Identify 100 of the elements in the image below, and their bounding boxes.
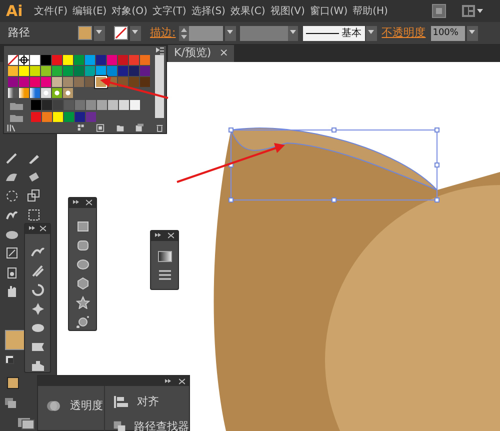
stroke-icon[interactable] xyxy=(158,270,172,280)
color-swatch[interactable] xyxy=(85,77,95,87)
color-swatch[interactable] xyxy=(75,112,85,122)
color-swatch[interactable] xyxy=(31,112,41,122)
dropdown-button[interactable] xyxy=(130,26,141,40)
menu-item[interactable]: 视图(V) xyxy=(268,4,307,18)
dropdown-button[interactable] xyxy=(288,26,298,40)
pathfinder-icon[interactable] xyxy=(113,418,126,431)
delete-icon[interactable] xyxy=(154,123,163,133)
tool-icon[interactable] xyxy=(4,245,20,261)
opacity-field[interactable]: 100% xyxy=(430,26,465,40)
close-icon[interactable] xyxy=(40,224,46,232)
options-icon[interactable] xyxy=(96,123,104,133)
color-swatch[interactable] xyxy=(119,100,129,110)
gradient-swatch[interactable] xyxy=(19,88,29,98)
panel-menu-icon[interactable] xyxy=(156,47,164,55)
color-swatch[interactable] xyxy=(19,66,29,76)
spinner-icon[interactable] xyxy=(178,26,189,40)
close-icon[interactable] xyxy=(86,198,92,206)
color-mode-icon[interactable] xyxy=(7,377,19,389)
close-icon[interactable] xyxy=(179,377,185,385)
panel-tab[interactable]: 透明度 xyxy=(70,398,103,414)
tool-icon[interactable] xyxy=(30,358,46,372)
tool-icon[interactable] xyxy=(30,282,46,296)
color-swatch[interactable] xyxy=(52,55,62,65)
color-swatch[interactable] xyxy=(31,100,41,110)
ellipse-icon[interactable] xyxy=(76,258,90,271)
pattern-swatch[interactable] xyxy=(41,88,51,98)
color-swatch[interactable] xyxy=(85,66,95,76)
menu-item[interactable]: 文字(T) xyxy=(150,4,188,18)
menu-item[interactable]: 效果(C) xyxy=(228,4,268,18)
dropdown-button[interactable] xyxy=(366,26,377,40)
color-swatch[interactable] xyxy=(41,55,51,65)
swap-icon[interactable] xyxy=(5,355,14,364)
expand-icon[interactable] xyxy=(155,231,161,239)
new-swatch-icon[interactable] xyxy=(135,123,144,133)
color-swatch[interactable] xyxy=(63,55,73,65)
color-swatch[interactable] xyxy=(64,112,74,122)
no-stroke-icon[interactable] xyxy=(114,26,128,40)
color-swatch[interactable] xyxy=(129,66,139,76)
color-swatch[interactable] xyxy=(130,100,140,110)
color-swatch[interactable] xyxy=(41,66,51,76)
color-swatch[interactable] xyxy=(86,112,96,122)
color-swatch[interactable] xyxy=(42,100,52,110)
color-swatch[interactable] xyxy=(53,112,63,122)
color-swatch[interactable] xyxy=(41,77,51,87)
new-group-icon[interactable] xyxy=(116,123,124,133)
expand-icon[interactable] xyxy=(29,224,35,232)
close-icon[interactable] xyxy=(168,231,174,239)
rectangle-icon[interactable] xyxy=(76,220,90,233)
align-icon[interactable] xyxy=(113,394,129,410)
pattern-swatch[interactable] xyxy=(52,88,62,98)
star-icon[interactable] xyxy=(76,296,90,309)
polygon-icon[interactable] xyxy=(76,277,90,290)
color-swatch[interactable] xyxy=(8,66,18,76)
document-tab[interactable]: K/预览) xyxy=(174,45,212,62)
stroke-link[interactable]: 描边: xyxy=(150,24,176,42)
gradient-swatch[interactable] xyxy=(8,88,18,98)
fill-swatch[interactable] xyxy=(5,330,25,350)
dropdown-button[interactable] xyxy=(94,26,105,40)
color-swatch[interactable] xyxy=(42,112,52,122)
expand-icon[interactable] xyxy=(73,198,79,206)
rounded-rectangle-icon[interactable] xyxy=(76,239,90,252)
collapse-icon[interactable] xyxy=(165,377,171,385)
library-icon[interactable] xyxy=(7,123,16,133)
stroke-weight-field[interactable] xyxy=(188,26,223,40)
color-swatch[interactable] xyxy=(140,66,150,76)
gradient-swatch[interactable] xyxy=(30,88,40,98)
color-swatch[interactable] xyxy=(8,77,18,87)
draw-mode-icon[interactable] xyxy=(4,397,18,409)
color-swatch[interactable] xyxy=(118,55,128,65)
screen-mode-icon[interactable] xyxy=(17,417,35,430)
workspace-icon[interactable] xyxy=(462,4,484,18)
color-swatch[interactable] xyxy=(97,100,107,110)
color-swatch[interactable] xyxy=(96,55,106,65)
color-swatch[interactable] xyxy=(30,55,40,65)
panel-tab[interactable]: 对齐 xyxy=(137,394,159,410)
dropdown-button[interactable] xyxy=(224,26,236,40)
tool-icon[interactable] xyxy=(4,188,20,204)
pattern-swatch[interactable] xyxy=(63,88,73,98)
none-swatch[interactable] xyxy=(8,55,18,65)
tool-icon[interactable] xyxy=(30,263,46,277)
color-swatch[interactable] xyxy=(85,55,95,65)
color-swatch[interactable] xyxy=(140,77,150,87)
menu-item[interactable]: 文件(F) xyxy=(32,4,70,18)
color-swatch[interactable] xyxy=(19,77,29,87)
color-swatch[interactable] xyxy=(74,77,84,87)
color-swatch[interactable] xyxy=(53,100,63,110)
fill-swatch[interactable] xyxy=(78,26,92,40)
menu-item[interactable]: 窗口(W) xyxy=(308,4,350,18)
registration-swatch[interactable] xyxy=(19,55,29,65)
color-swatch[interactable] xyxy=(74,55,84,65)
stroke-profile-field[interactable]: 基本 xyxy=(302,26,365,40)
panel-tab[interactable]: 路径查找器 xyxy=(134,418,189,431)
color-swatch[interactable] xyxy=(129,55,139,65)
tool-icon[interactable] xyxy=(26,188,42,204)
scrollbar[interactable] xyxy=(155,55,164,118)
color-swatch[interactable] xyxy=(63,66,73,76)
bridge-icon[interactable] xyxy=(432,4,446,18)
selection-box-overlay[interactable] xyxy=(228,128,440,202)
